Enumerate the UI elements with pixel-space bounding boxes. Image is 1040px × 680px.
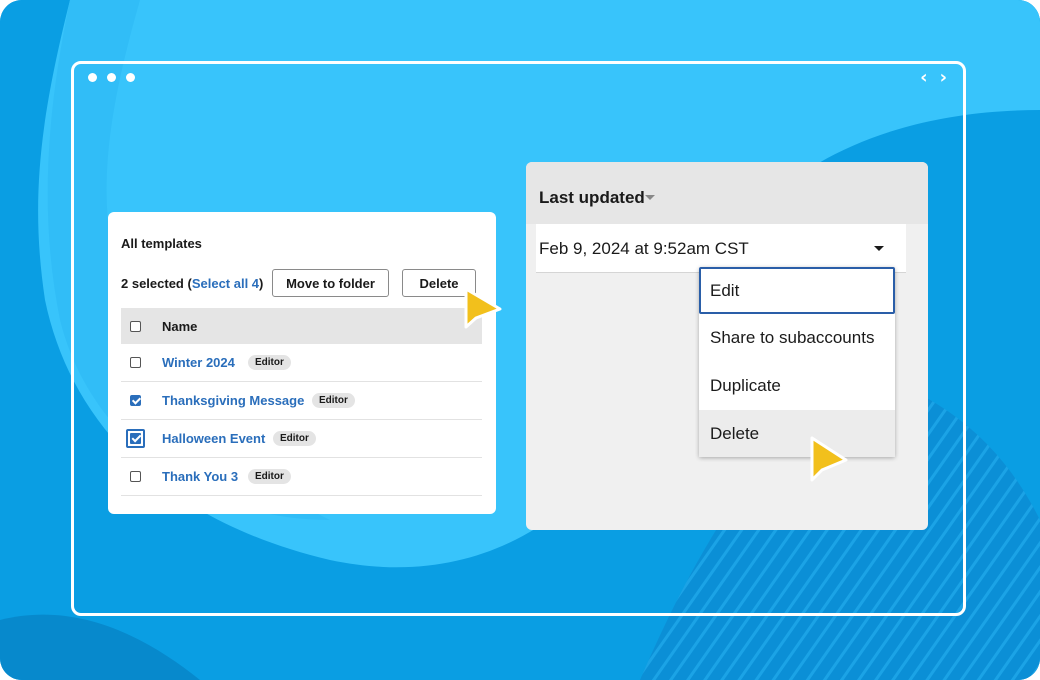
dropdown-arrow-icon[interactable] <box>874 246 884 251</box>
role-badge: Editor <box>273 431 316 446</box>
window-dot <box>88 73 97 82</box>
table-row[interactable]: Thanksgiving Message Editor <box>121 382 482 420</box>
details-panel: Last updated Feb 9, 2024 at 9:52am CST E… <box>526 162 928 530</box>
table-header: Name <box>121 308 482 344</box>
date-row: Feb 9, 2024 at 9:52am CST <box>536 224 906 273</box>
role-badge: Editor <box>248 469 291 484</box>
select-all-checkbox[interactable] <box>130 320 141 332</box>
window-dot <box>107 73 116 82</box>
column-header-last-updated[interactable]: Last updated <box>526 162 928 224</box>
cursor-icon <box>810 436 848 482</box>
row-checkbox[interactable] <box>130 395 141 406</box>
menu-item-edit[interactable]: Edit <box>699 267 895 314</box>
table-row[interactable]: Winter 2024 Editor <box>121 344 482 382</box>
forward-arrow-icon[interactable]: › <box>940 68 947 88</box>
template-name-link[interactable]: Thanksgiving Message <box>162 393 304 408</box>
window-dot <box>126 73 135 82</box>
selection-status: 2 selected (Select all 4) <box>121 276 263 291</box>
row-checkbox[interactable] <box>130 471 141 482</box>
panel-title: All templates <box>121 236 202 251</box>
column-header-name: Name <box>162 318 198 334</box>
table-row[interactable]: Thank You 3 Editor <box>121 458 482 496</box>
template-name-link[interactable]: Thank You 3 <box>162 469 238 484</box>
window-dots <box>88 73 135 82</box>
sort-caret-icon <box>645 195 655 200</box>
actions-menu: Edit Share to subaccounts Duplicate Dele… <box>699 267 895 457</box>
menu-item-duplicate[interactable]: Duplicate <box>699 362 895 409</box>
menu-item-delete[interactable]: Delete <box>699 410 895 457</box>
cursor-icon <box>464 287 502 329</box>
last-updated-label: Last updated <box>539 188 645 207</box>
selected-count: 2 selected ( <box>121 276 192 291</box>
templates-table: Name Winter 2024 Editor Thanksgiving Mes… <box>121 308 482 496</box>
templates-panel: All templates 2 selected (Select all 4) … <box>108 212 496 514</box>
last-updated-value: Feb 9, 2024 at 9:52am CST <box>539 239 749 258</box>
role-badge: Editor <box>248 355 291 370</box>
role-badge: Editor <box>312 393 355 408</box>
template-name-link[interactable]: Winter 2024 <box>162 355 235 370</box>
table-row[interactable]: Halloween Event Editor <box>121 420 482 458</box>
row-checkbox-focused[interactable] <box>126 429 145 448</box>
stage: ‹ › All templates 2 selected (Select all… <box>0 0 1040 680</box>
back-arrow-icon[interactable]: ‹ <box>920 68 927 88</box>
row-checkbox[interactable] <box>130 357 141 368</box>
selected-suffix: ) <box>259 276 264 291</box>
template-name-link[interactable]: Halloween Event <box>162 431 265 446</box>
menu-item-share[interactable]: Share to subaccounts <box>699 314 895 361</box>
move-to-folder-button[interactable]: Move to folder <box>272 269 389 297</box>
select-all-link[interactable]: Select all 4 <box>192 276 259 291</box>
browser-nav: ‹ › <box>920 68 947 88</box>
